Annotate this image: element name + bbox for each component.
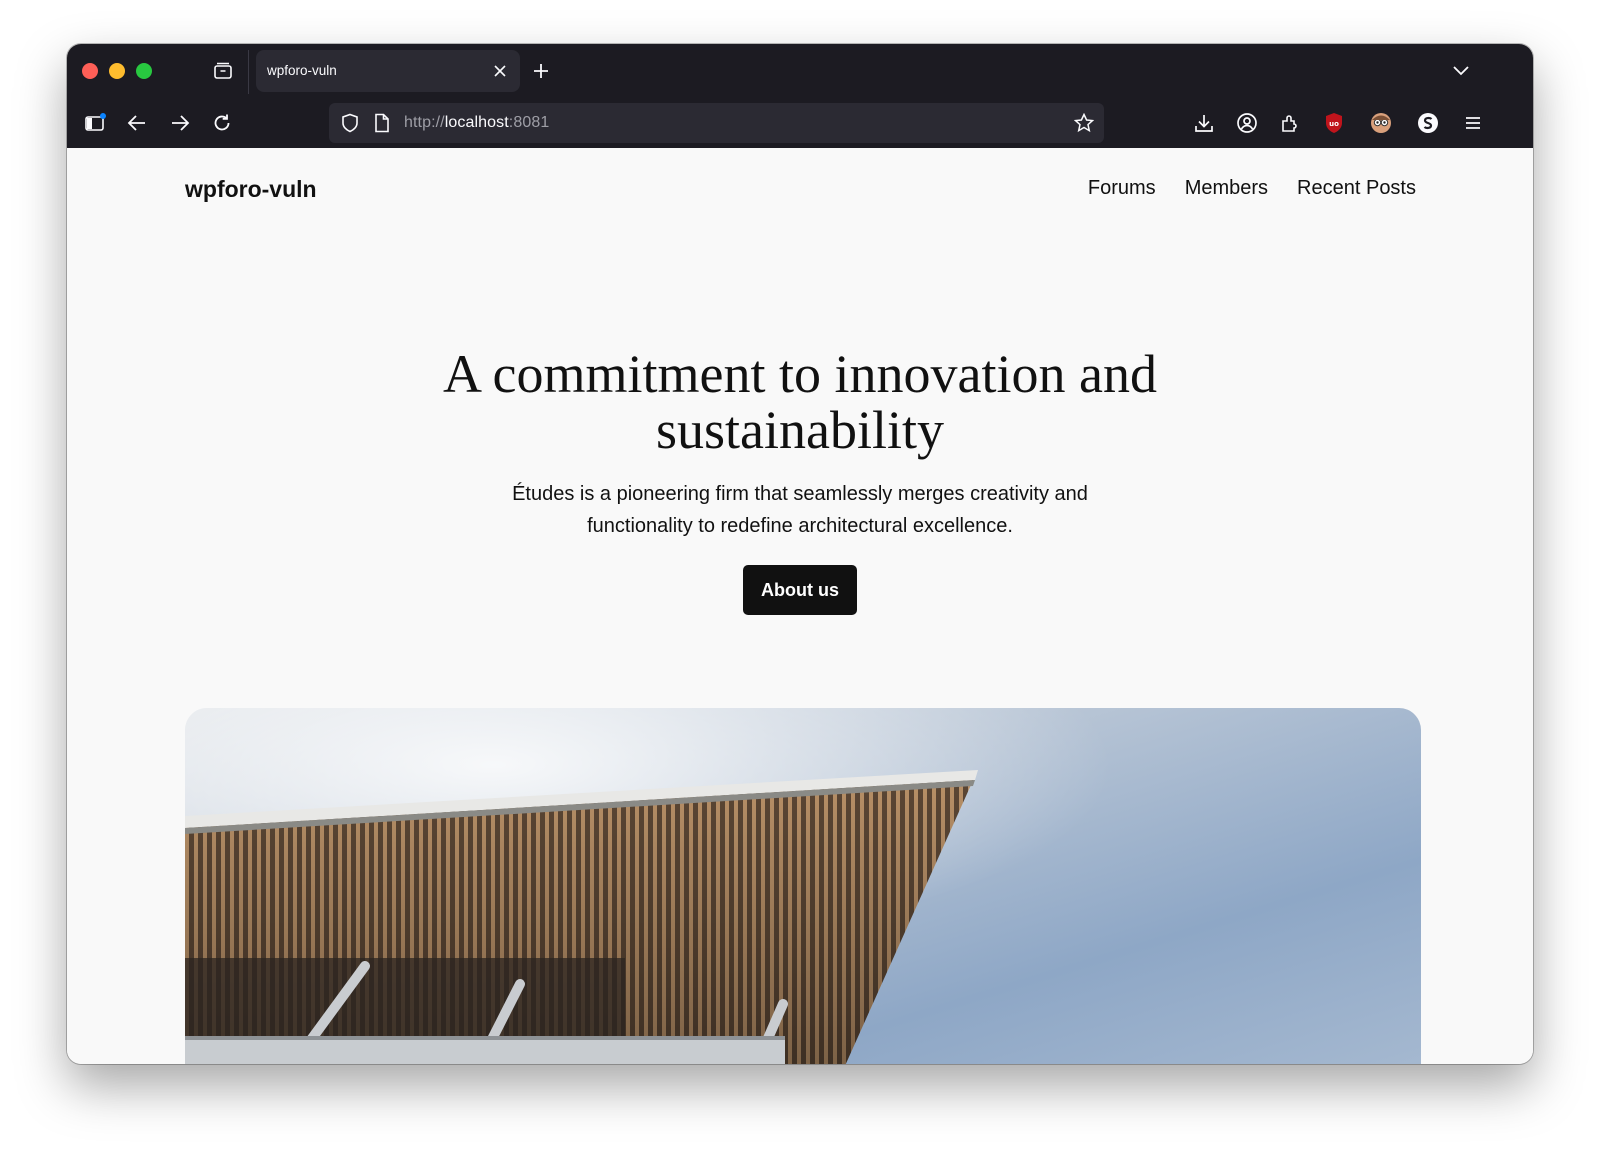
- url-port: :8081: [508, 114, 550, 131]
- about-us-button[interactable]: About us: [743, 565, 857, 615]
- minimize-window-button[interactable]: [109, 63, 125, 79]
- browser-window: wpforo-vuln http://localhost:8081 uo wpf…: [67, 44, 1533, 1064]
- tab-title: wpforo-vuln: [267, 63, 337, 78]
- sidebar-icon[interactable]: [79, 107, 111, 139]
- maximize-window-button[interactable]: [136, 63, 152, 79]
- svg-text:uo: uo: [1329, 120, 1339, 128]
- plus-icon[interactable]: [529, 59, 553, 83]
- url-host: localhost: [444, 114, 509, 131]
- reload-icon[interactable]: [206, 107, 238, 139]
- site-navigation: Forums Members Recent Posts: [1088, 177, 1416, 200]
- hero-heading-line-2: sustainability: [656, 400, 944, 460]
- hero-subtext: Études is a pioneering firm that seamles…: [500, 478, 1100, 542]
- nav-link-forums[interactable]: Forums: [1088, 177, 1156, 200]
- close-icon[interactable]: [490, 61, 510, 81]
- extension-s-icon[interactable]: [1412, 107, 1444, 139]
- url-text[interactable]: http://localhost:8081: [404, 114, 549, 132]
- tab-collections-icon[interactable]: [212, 60, 234, 82]
- shield-icon[interactable]: [338, 111, 362, 135]
- hero-image: [185, 708, 1421, 1064]
- site-title[interactable]: wpforo-vuln: [185, 176, 317, 203]
- menu-icon[interactable]: [1457, 107, 1489, 139]
- url-bar[interactable]: http://localhost:8081: [329, 103, 1104, 143]
- page-icon[interactable]: [370, 111, 394, 135]
- nav-link-members[interactable]: Members: [1185, 177, 1268, 200]
- back-arrow-icon[interactable]: [121, 107, 153, 139]
- url-scheme: http://: [404, 114, 445, 131]
- chevron-down-icon[interactable]: [1449, 59, 1473, 83]
- download-icon[interactable]: [1188, 107, 1220, 139]
- forward-arrow-icon[interactable]: [164, 107, 196, 139]
- navigation-toolbar: http://localhost:8081 uo: [67, 98, 1533, 148]
- hero-heading: A commitment to innovation and sustainab…: [67, 346, 1533, 458]
- account-icon[interactable]: [1231, 107, 1263, 139]
- close-window-button[interactable]: [82, 63, 98, 79]
- tab-separator: [248, 50, 249, 94]
- hero-heading-line-1: A commitment to innovation and: [443, 344, 1157, 404]
- extension-face-icon[interactable]: [1365, 107, 1397, 139]
- active-tab[interactable]: wpforo-vuln: [256, 50, 520, 92]
- page-content: wpforo-vuln Forums Members Recent Posts …: [67, 148, 1533, 1064]
- browser-chrome: wpforo-vuln http://localhost:8081 uo: [67, 44, 1533, 148]
- star-icon[interactable]: [1071, 110, 1097, 136]
- extensions-icon[interactable]: [1274, 107, 1306, 139]
- hero-subtext-line-2: functionality to redefine architectural …: [587, 515, 1013, 537]
- tab-bar: wpforo-vuln: [67, 44, 1533, 98]
- nav-link-recent-posts[interactable]: Recent Posts: [1297, 177, 1416, 200]
- ublock-icon[interactable]: uo: [1318, 107, 1350, 139]
- hero-subtext-line-1: Études is a pioneering firm that seamles…: [512, 483, 1088, 505]
